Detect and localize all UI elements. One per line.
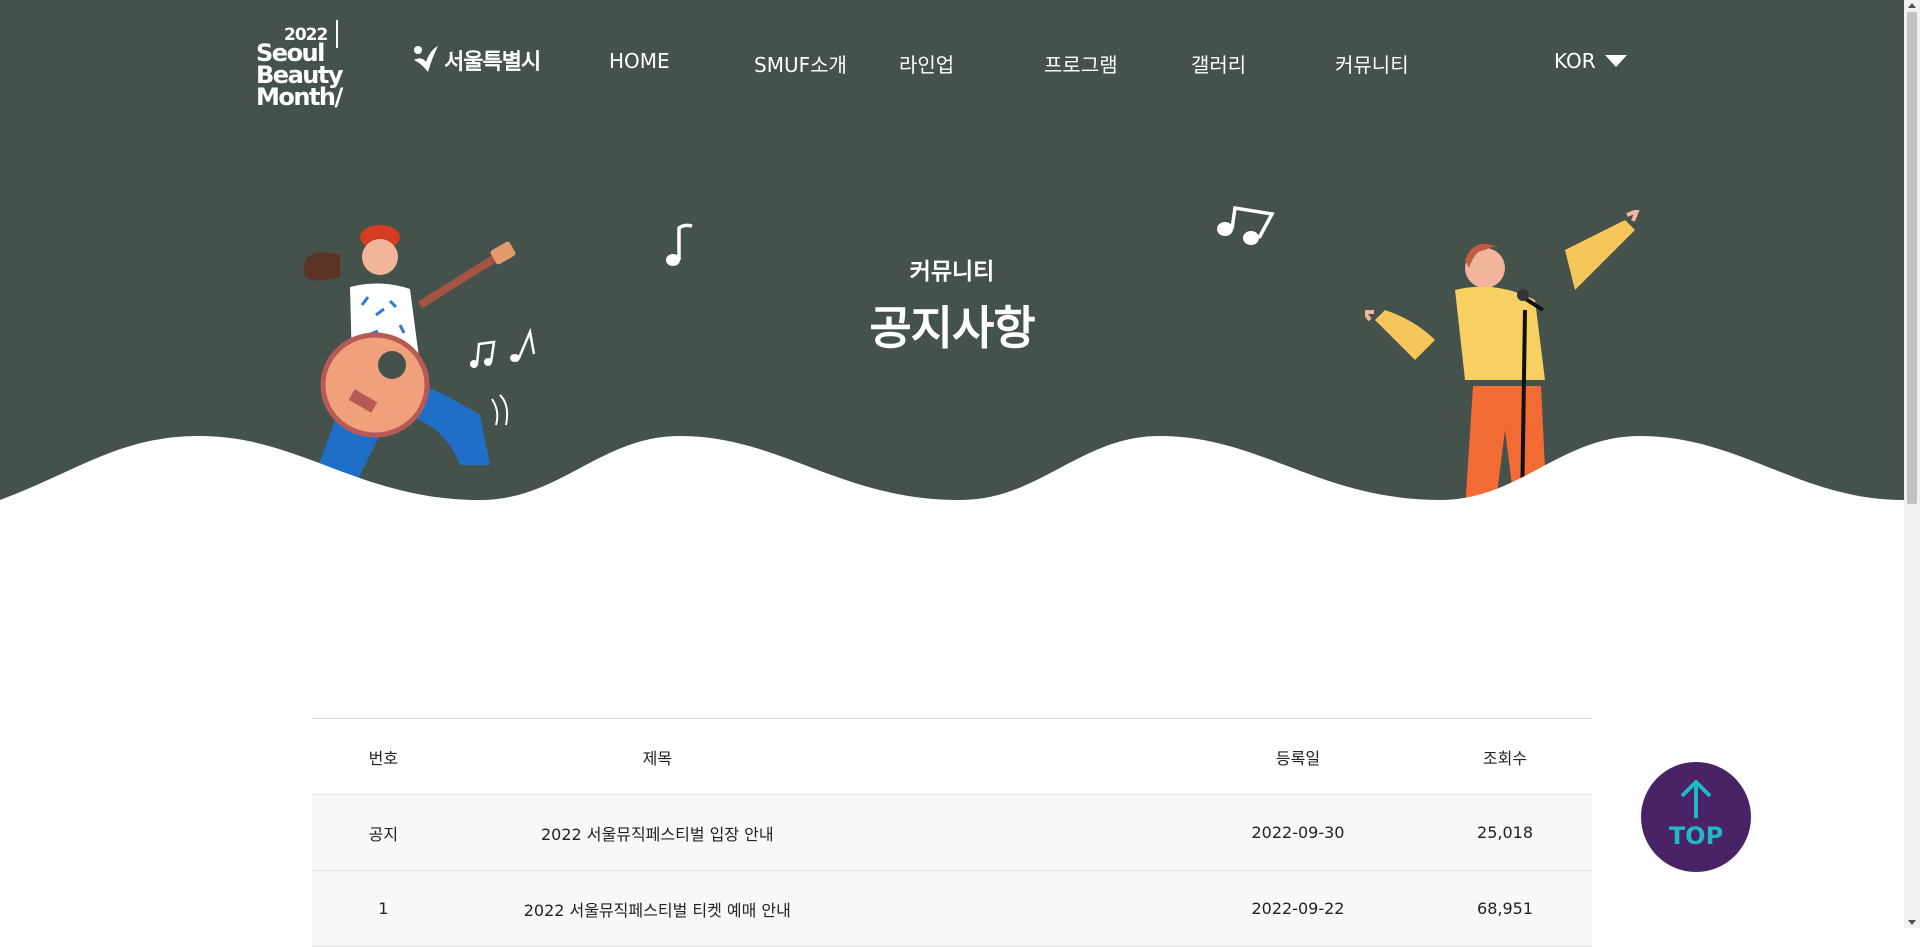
- festival-logo[interactable]: 2022 Seoul Beauty Month/: [256, 20, 366, 111]
- header-no: 번호: [368, 748, 399, 768]
- nav-community[interactable]: 커뮤니티: [1335, 49, 1409, 78]
- scroll-up-arrow-icon[interactable]: [1908, 3, 1916, 8]
- page-scrollbar[interactable]: [1904, 0, 1920, 928]
- wave-divider: [0, 436, 1904, 505]
- language-selector[interactable]: KOR: [1554, 49, 1627, 73]
- hero-banner: 2022 Seoul Beauty Month/ 서울특별시 HOME SMUF…: [0, 0, 1904, 505]
- row-no: 공지: [368, 824, 399, 844]
- nav-program[interactable]: 프로그램: [1044, 49, 1118, 78]
- header-views: 조회수: [1482, 748, 1528, 768]
- scroll-down-arrow-icon[interactable]: [1908, 920, 1916, 925]
- logo-line-3: Month/: [256, 83, 343, 111]
- nav-about[interactable]: SMUF소개: [754, 49, 847, 78]
- seoul-city-logo[interactable]: 서울특별시: [410, 42, 541, 78]
- seoul-symbol-icon: [414, 46, 438, 72]
- scroll-top-label: TOP: [1668, 822, 1724, 850]
- row-title-link[interactable]: 2022 서울뮤직페스티벌 티켓 예매 안내: [455, 897, 860, 921]
- notice-table: 번호 제목 등록일 조회수 공지 2022 서울뮤직페스티벌 입장 안내 202…: [312, 718, 1592, 947]
- table-header: 번호 제목 등록일 조회수: [312, 719, 1592, 795]
- logo-tower-icon: [336, 20, 338, 48]
- nav-gallery[interactable]: 갤러리: [1191, 49, 1246, 78]
- row-views: 25,018: [1477, 823, 1533, 842]
- music-note-icon: [666, 223, 693, 266]
- row-title-link[interactable]: 2022 서울뮤직페스티벌 입장 안내: [455, 821, 860, 845]
- header-title: 제목: [642, 748, 673, 768]
- table-row[interactable]: 공지 2022 서울뮤직페스티벌 입장 안내 2022-09-30 25,018: [312, 795, 1592, 871]
- arrow-up-icon: [1680, 780, 1712, 818]
- row-date: 2022-09-22: [1251, 899, 1345, 918]
- nav-home[interactable]: HOME: [609, 49, 670, 73]
- seoul-city-label: 서울특별시: [444, 50, 541, 75]
- row-views: 68,951: [1477, 899, 1533, 918]
- row-date: 2022-09-30: [1251, 823, 1345, 842]
- double-music-note-icon: [1217, 205, 1275, 245]
- nav-lineup[interactable]: 라인업: [899, 49, 954, 78]
- scroll-top-button[interactable]: TOP: [1641, 762, 1751, 872]
- language-label: KOR: [1554, 49, 1596, 73]
- row-no: 1: [378, 899, 389, 918]
- header-date: 등록일: [1275, 748, 1321, 768]
- scrollbar-thumb[interactable]: [1907, 12, 1917, 504]
- caret-down-icon: [1604, 55, 1627, 67]
- table-row[interactable]: 1 2022 서울뮤직페스티벌 티켓 예매 안내 2022-09-22 68,9…: [312, 871, 1592, 947]
